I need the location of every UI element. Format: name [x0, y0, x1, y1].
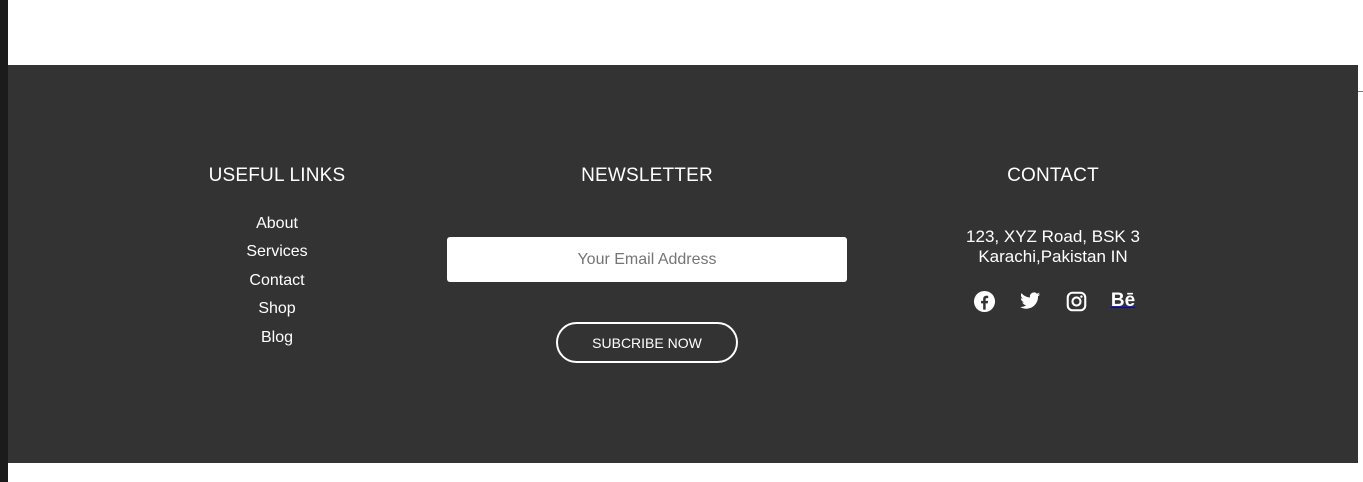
list-item: Blog	[177, 328, 377, 356]
facebook-icon[interactable]	[972, 289, 996, 313]
list-item: About	[177, 214, 377, 242]
email-input[interactable]	[447, 237, 847, 282]
behance-glyph: Bē	[1110, 290, 1136, 311]
list-item: Contact	[177, 271, 377, 299]
address-line-2: Karachi,Pakistan IN	[978, 247, 1128, 266]
left-edge-strip	[0, 0, 8, 482]
newsletter-title: NEWSLETTER	[581, 165, 713, 186]
useful-links-list: About Services Contact Shop Blog	[177, 214, 377, 356]
address-line-1: 123, XYZ Road, BSK 3	[966, 227, 1140, 246]
footer-link-contact[interactable]: Contact	[249, 271, 304, 291]
list-item: Services	[177, 242, 377, 270]
subscribe-button[interactable]: SUBCRIBE NOW	[556, 322, 738, 363]
footer-link-about[interactable]: About	[256, 214, 298, 234]
contact-address: 123, XYZ Road, BSK 3 Karachi,Pakistan IN	[903, 227, 1203, 267]
footer-link-blog[interactable]: Blog	[261, 328, 293, 348]
instagram-icon[interactable]	[1064, 289, 1088, 313]
twitter-icon[interactable]	[1018, 289, 1042, 313]
contact-title: CONTACT	[1007, 165, 1099, 186]
footer-link-services[interactable]: Services	[246, 242, 307, 262]
site-footer: USEFUL LINKS About Services Contact Shop…	[8, 65, 1358, 463]
footer-link-shop[interactable]: Shop	[258, 299, 295, 319]
useful-links-title: USEFUL LINKS	[208, 165, 346, 186]
scroll-indicator	[1358, 91, 1363, 92]
list-item: Shop	[177, 299, 377, 327]
right-edge-strip	[1358, 0, 1363, 482]
behance-icon[interactable]: Bē	[1109, 289, 1137, 313]
